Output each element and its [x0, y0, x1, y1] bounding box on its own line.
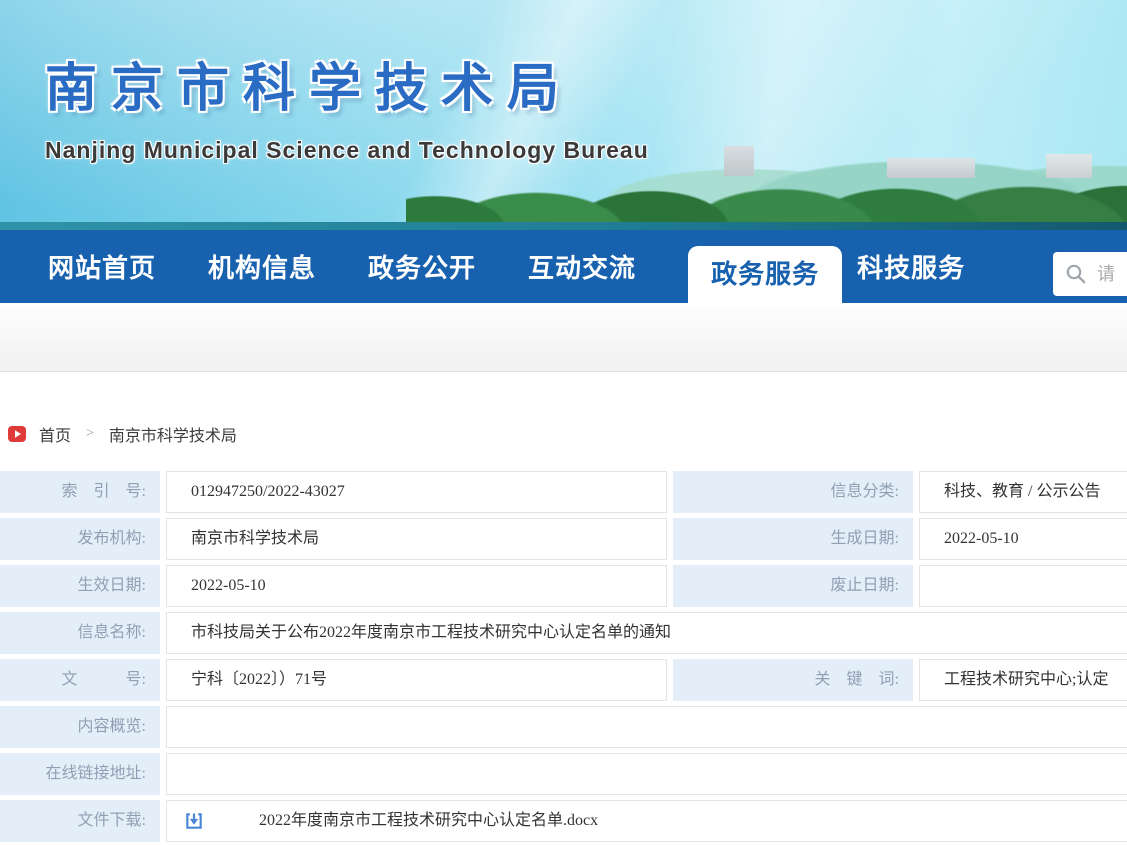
- value-created-date: 2022-05-10: [919, 518, 1127, 560]
- subnav-band: [0, 303, 1127, 372]
- label-keywords: 关 键 词:: [673, 659, 913, 701]
- site-title: 南京市科学技术局: [45, 46, 1127, 121]
- breadcrumb-separator: >: [86, 426, 94, 442]
- banner-water-art: [0, 222, 1127, 230]
- label-created-date: 生成日期:: [673, 518, 913, 560]
- breadcrumb: 首页 > 南京市科学技术局: [8, 422, 1127, 446]
- nav-item-tech-services[interactable]: 科技服务: [857, 248, 965, 285]
- label-category: 信息分类:: [673, 471, 913, 513]
- value-effective-date: 2022-05-10: [166, 565, 667, 607]
- nav-item-interaction[interactable]: 互动交流: [528, 248, 636, 285]
- value-keywords: 工程技术研究中心;认定: [919, 659, 1127, 701]
- breadcrumb-current[interactable]: 南京市科学技术局: [109, 422, 237, 446]
- download-tray-icon[interactable]: [184, 811, 204, 831]
- breadcrumb-home-link[interactable]: 首页: [39, 422, 71, 446]
- label-agency: 发布机构:: [0, 518, 160, 560]
- label-online-link: 在线链接地址:: [0, 753, 160, 795]
- nav-item-gov-services[interactable]: 政务服务: [688, 246, 842, 303]
- label-file-download: 文件下载:: [0, 800, 160, 842]
- label-expiry-date: 废止日期:: [673, 565, 913, 607]
- search-icon: [1065, 263, 1087, 285]
- label-summary: 内容概览:: [0, 706, 160, 748]
- file-download-row: 2022年度南京市工程技术研究中心认定名单.docx: [166, 800, 1127, 842]
- value-category: 科技、教育 / 公示公告: [919, 471, 1127, 513]
- banner-text-block: 南京市科学技术局 Nanjing Municipal Science and T…: [0, 0, 1127, 164]
- nav-item-org-info[interactable]: 机构信息: [208, 248, 316, 285]
- search-box[interactable]: [1053, 252, 1127, 296]
- play-badge-icon: [8, 425, 26, 443]
- value-index-no: 012947250/2022-43027: [166, 471, 667, 513]
- value-online-link: [166, 753, 1127, 795]
- nav-item-home[interactable]: 网站首页: [48, 248, 156, 285]
- label-effective-date: 生效日期:: [0, 565, 160, 607]
- value-agency: 南京市科学技术局: [166, 518, 667, 560]
- header-banner: 南京市科学技术局 Nanjing Municipal Science and T…: [0, 0, 1127, 230]
- nav-item-gov-disclosure[interactable]: 政务公开: [368, 248, 476, 285]
- value-expiry-date: [919, 565, 1127, 607]
- search-input[interactable]: [1097, 264, 1127, 285]
- value-info-title: 市科技局关于公布2022年度南京市工程技术研究中心认定名单的通知: [166, 612, 1127, 654]
- document-info-table: 索 引 号: 012947250/2022-43027 信息分类: 科技、教育 …: [0, 471, 1127, 842]
- label-doc-number: 文 号:: [0, 659, 160, 701]
- label-info-title: 信息名称:: [0, 612, 160, 654]
- value-doc-number: 宁科〔2022〕）71号: [166, 659, 667, 701]
- download-file-link[interactable]: 2022年度南京市工程技术研究中心认定名单.docx: [259, 801, 598, 841]
- site-subtitle-en: Nanjing Municipal Science and Technology…: [45, 137, 1127, 164]
- label-index-no: 索 引 号:: [0, 471, 160, 513]
- main-navbar: 网站首页 机构信息 政务公开 互动交流 政务服务 科技服务: [0, 230, 1127, 303]
- value-summary: [166, 706, 1127, 748]
